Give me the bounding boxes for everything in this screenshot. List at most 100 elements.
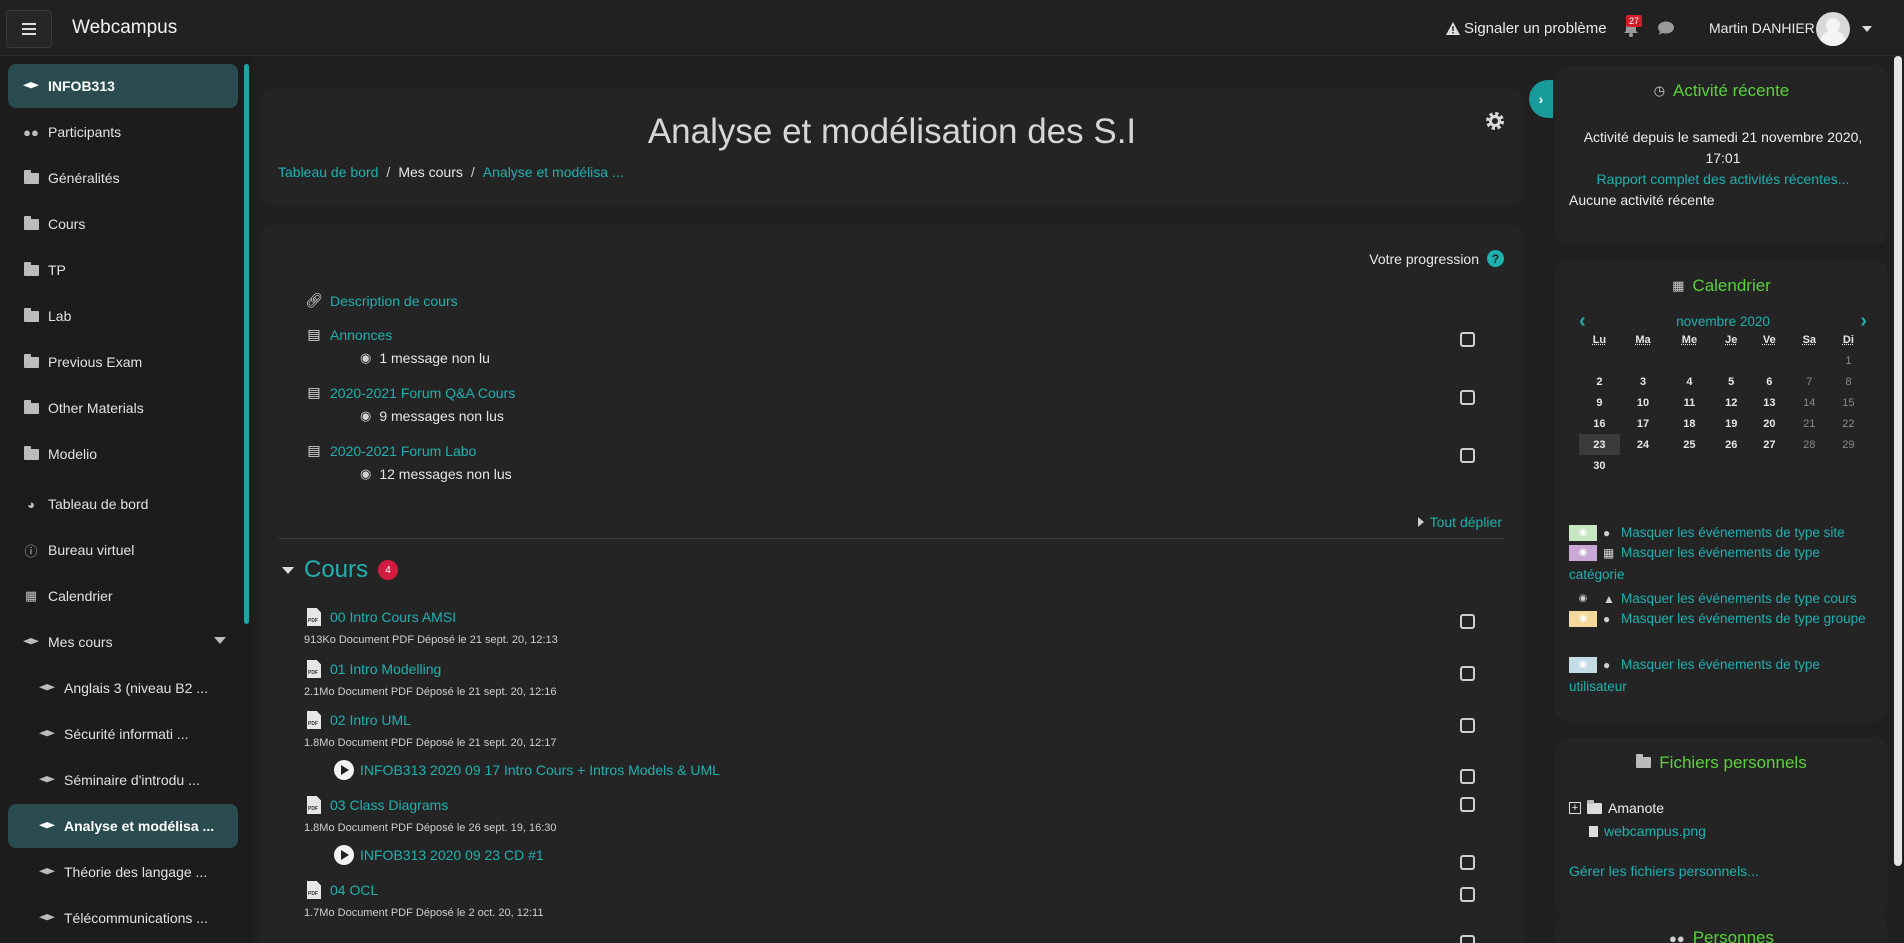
completion-checkbox[interactable] — [1460, 887, 1475, 902]
activity-00-intro[interactable]: 00 Intro Cours AMSI — [304, 608, 456, 626]
university-icon: ▲ — [1603, 589, 1617, 610]
unread-count[interactable]: ◉ 1 message non lu — [360, 350, 490, 366]
sidebar-item-other-materials[interactable]: Other Materials — [8, 386, 238, 430]
file-tree-folder[interactable]: + Amanote — [1569, 800, 1664, 816]
sidebar-item-securite[interactable]: Sécurité informati ... — [8, 712, 238, 756]
avatar[interactable] — [1816, 12, 1850, 46]
sidebar-item-participants[interactable]: ●● Participants — [8, 110, 238, 154]
block-drawer-toggle[interactable]: › — [1529, 80, 1553, 118]
sidebar-item-anglais[interactable]: Anglais 3 (niveau B2 ... — [8, 666, 238, 710]
file-name[interactable]: webcampus.png — [1604, 823, 1706, 839]
activity-04-ocl[interactable]: 04 OCL — [304, 881, 378, 899]
activity-link[interactable]: 04 OCL — [330, 882, 378, 898]
sidebar-item-cours[interactable]: Cours — [8, 202, 238, 246]
filter-course[interactable]: ◉ ▲ Masquer les événements de type cours — [1569, 588, 1879, 610]
section-header[interactable]: Cours 4 — [282, 556, 398, 584]
activity-link[interactable]: 00 Intro Cours AMSI — [330, 609, 456, 625]
activity-forum-labo[interactable]: ▤ 2020-2021 Forum Labo — [304, 442, 476, 459]
report-problem-link[interactable]: Signaler un problème — [1446, 20, 1607, 37]
sidebar-item-theorie[interactable]: Théorie des langage ... — [8, 850, 238, 894]
completion-checkbox[interactable] — [1460, 666, 1475, 681]
chevron-down-icon[interactable] — [214, 637, 226, 644]
completion-checkbox[interactable] — [1460, 797, 1475, 812]
filter-user[interactable]: ◉ ● Masquer les événements de type utilisa… — [1569, 654, 1879, 697]
recent-report-link[interactable]: Rapport complet des activités récentes..… — [1575, 171, 1871, 187]
completion-checkbox[interactable] — [1460, 855, 1475, 870]
activity-03-class-diagrams[interactable]: 03 Class Diagrams — [304, 796, 448, 814]
activity-link[interactable]: INFOB313 2020 09 17 Intro Cours + Intros… — [360, 762, 720, 778]
help-icon[interactable]: ? — [1487, 250, 1504, 267]
completion-checkbox[interactable] — [1460, 448, 1475, 463]
sidebar-item-lab[interactable]: Lab — [8, 294, 238, 338]
eye-icon[interactable]: ◉ — [1569, 611, 1597, 627]
sidebar-item-bureau-virtuel[interactable]: ⓘ Bureau virtuel — [8, 528, 238, 572]
filter-category[interactable]: ◉ ▦ Masquer les événements de type catégor… — [1569, 542, 1879, 585]
eye-icon[interactable]: ◉ — [1569, 545, 1597, 561]
personal-files-block: Fichiers personnels + Amanote webcampus.… — [1555, 737, 1888, 917]
sidebar-item-dashboard[interactable]: ◕ Tableau de bord — [8, 482, 238, 526]
site-brand[interactable]: Webcampus — [72, 17, 177, 39]
activity-video-cd1[interactable]: INFOB313 2020 09 23 CD #1 — [334, 845, 544, 865]
activity-01-intro-modelling[interactable]: 01 Intro Modelling — [304, 660, 441, 678]
activity-link[interactable]: 01 Intro Modelling — [330, 661, 441, 677]
sidebar-item-telecom[interactable]: Télécommunications ... — [8, 896, 238, 940]
completion-checkbox[interactable] — [1460, 614, 1475, 629]
activity-link[interactable]: 03 Class Diagrams — [330, 797, 448, 813]
unread-count[interactable]: ◉ 12 messages non lus — [360, 466, 512, 482]
completion-checkbox[interactable] — [1460, 769, 1475, 784]
calendar-day: 6 — [1750, 371, 1789, 392]
gear-icon[interactable] — [1484, 110, 1506, 132]
activity-description[interactable]: 🔗︎ Description de cours — [304, 292, 458, 309]
sidebar-item-infob313[interactable]: INFOB313 — [8, 64, 238, 108]
eye-icon[interactable]: ◉ — [1569, 591, 1597, 607]
section-title[interactable]: Cours — [304, 556, 368, 584]
sidebar-item-analyse[interactable]: Analyse et modélisa ... — [8, 804, 238, 848]
sidebar-item-calendrier[interactable]: ▦ Calendrier — [8, 574, 238, 618]
manage-files-link[interactable]: Gérer les fichiers personnels... — [1569, 863, 1759, 879]
messages-icon[interactable] — [1657, 21, 1675, 36]
caret-down-icon[interactable] — [282, 567, 294, 574]
drawer-scrollbar[interactable] — [244, 64, 249, 624]
sidebar-item-mes-cours[interactable]: Mes cours — [8, 620, 238, 664]
activity-annonces[interactable]: ▤ Annonces — [304, 326, 392, 343]
filter-site[interactable]: ◉ ● Masquer les événements de type site — [1569, 522, 1879, 544]
calendar-day-today[interactable]: 23 — [1579, 434, 1620, 455]
activity-meta: 1.7Mo Document PDF Déposé le 2 oct. 20, … — [304, 907, 543, 919]
eye-icon[interactable]: ◉ — [1569, 525, 1597, 541]
activity-video-intro[interactable]: INFOB313 2020 09 17 Intro Cours + Intros… — [334, 760, 720, 780]
completion-checkbox[interactable] — [1460, 718, 1475, 733]
sidebar-item-label: Sécurité informati ... — [64, 726, 189, 742]
completion-checkbox[interactable] — [1460, 390, 1475, 405]
plus-icon[interactable]: + — [1569, 802, 1581, 814]
activity-forum-qa[interactable]: ▤ 2020-2021 Forum Q&A Cours — [304, 384, 515, 401]
breadcrumb-course[interactable]: Analyse et modélisa ... — [483, 164, 624, 180]
activity-link[interactable]: 02 Intro UML — [330, 712, 411, 728]
filter-group[interactable]: ◉ ● Masquer les événements de type groupe — [1569, 608, 1879, 630]
sidebar-item-modelio[interactable]: Modelio — [8, 432, 238, 476]
activity-link[interactable]: INFOB313 2020 09 23 CD #1 — [360, 847, 544, 863]
sidebar-item-tp[interactable]: TP — [8, 248, 238, 292]
sidebar-item-previous-exam[interactable]: Previous Exam — [8, 340, 238, 384]
user-menu-chevron-icon[interactable] — [1862, 26, 1872, 32]
sidebar-item-seminaire[interactable]: Séminaire d'introdu ... — [8, 758, 238, 802]
users-icon: ●● — [1669, 931, 1685, 943]
file-tree-file[interactable]: webcampus.png — [1589, 823, 1706, 839]
activity-02-intro-uml[interactable]: 02 Intro UML — [304, 711, 411, 729]
eye-icon[interactable]: ◉ — [1569, 657, 1597, 673]
recent-activity-block: ◷ Activité récente Activité depuis le sam… — [1555, 65, 1888, 245]
page-scrollbar[interactable] — [1894, 56, 1902, 866]
breadcrumb-dashboard[interactable]: Tableau de bord — [278, 164, 378, 180]
hamburger-icon — [22, 28, 36, 30]
user-name[interactable]: Martin DANHIER — [1709, 20, 1815, 36]
activity-link[interactable]: 2020-2021 Forum Labo — [330, 443, 476, 459]
play-icon — [334, 845, 354, 865]
activity-link[interactable]: 2020-2021 Forum Q&A Cours — [330, 385, 515, 401]
activity-link[interactable]: Annonces — [330, 327, 392, 343]
expand-all-link[interactable]: Tout déplier — [1418, 514, 1502, 530]
completion-checkbox[interactable] — [1460, 935, 1475, 943]
drawer-toggle-button[interactable] — [6, 10, 52, 48]
sidebar-item-generalites[interactable]: Généralités — [8, 156, 238, 200]
unread-count[interactable]: ◉ 9 messages non lus — [360, 408, 504, 424]
activity-link[interactable]: Description de cours — [330, 293, 458, 309]
completion-checkbox[interactable] — [1460, 332, 1475, 347]
